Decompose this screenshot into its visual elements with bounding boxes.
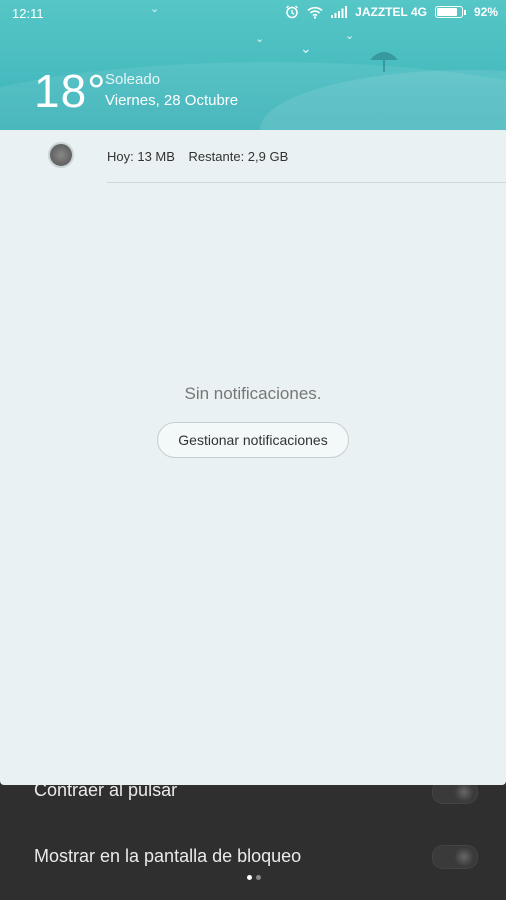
- bird-icon: ⌄: [345, 30, 355, 42]
- data-usage-row[interactable]: Hoy: 13 MB Restante: 2,9 GB: [0, 130, 506, 182]
- battery-icon: [434, 6, 466, 18]
- divider: [107, 182, 506, 183]
- notification-panel: Hoy: 13 MB Restante: 2,9 GB Sin notifica…: [0, 130, 506, 785]
- data-usage-remaining: Restante: 2,9 GB: [188, 149, 289, 164]
- temperature: 18°: [34, 65, 107, 117]
- weather-header[interactable]: 12:11 JAZZTEL 4G 92% ⌄ ⌄ ⌄ ⌄ 18° Soleado…: [0, 0, 506, 130]
- weather-date: Viernes, 28 Octubre: [105, 92, 239, 109]
- carrier-label: JAZZTEL 4G: [355, 5, 427, 19]
- page-dot: [256, 875, 261, 880]
- status-time: 12:11: [12, 6, 44, 21]
- manage-notifications-button[interactable]: Gestionar notificaciones: [157, 422, 349, 458]
- page-indicator: [247, 875, 261, 880]
- battery-percent: 92%: [473, 5, 498, 19]
- data-usage-text: Hoy: 13 MB Restante: 2,9 GB: [107, 149, 298, 164]
- show-lock-screen-toggle[interactable]: [432, 845, 478, 869]
- weather-condition: Soleado: [105, 71, 161, 88]
- page-dot-active: [247, 875, 252, 880]
- bird-icon: ⌄: [255, 33, 265, 45]
- data-usage-icon: [48, 142, 74, 168]
- alarm-icon: [286, 5, 299, 19]
- bird-icon: ⌄: [300, 40, 312, 56]
- bird-icon: ⌄: [150, 3, 160, 15]
- umbrella-icon: [370, 52, 398, 72]
- signal-icon: [331, 6, 348, 18]
- setting-show-lock-screen-label: Mostrar en la pantalla de bloqueo: [34, 846, 302, 866]
- data-usage-today: Hoy: 13 MB: [107, 149, 175, 164]
- wifi-icon: [307, 6, 323, 19]
- no-notifications-text: Sin notificaciones.: [184, 384, 322, 403]
- status-bar: 12:11 JAZZTEL 4G 92%: [0, 0, 506, 28]
